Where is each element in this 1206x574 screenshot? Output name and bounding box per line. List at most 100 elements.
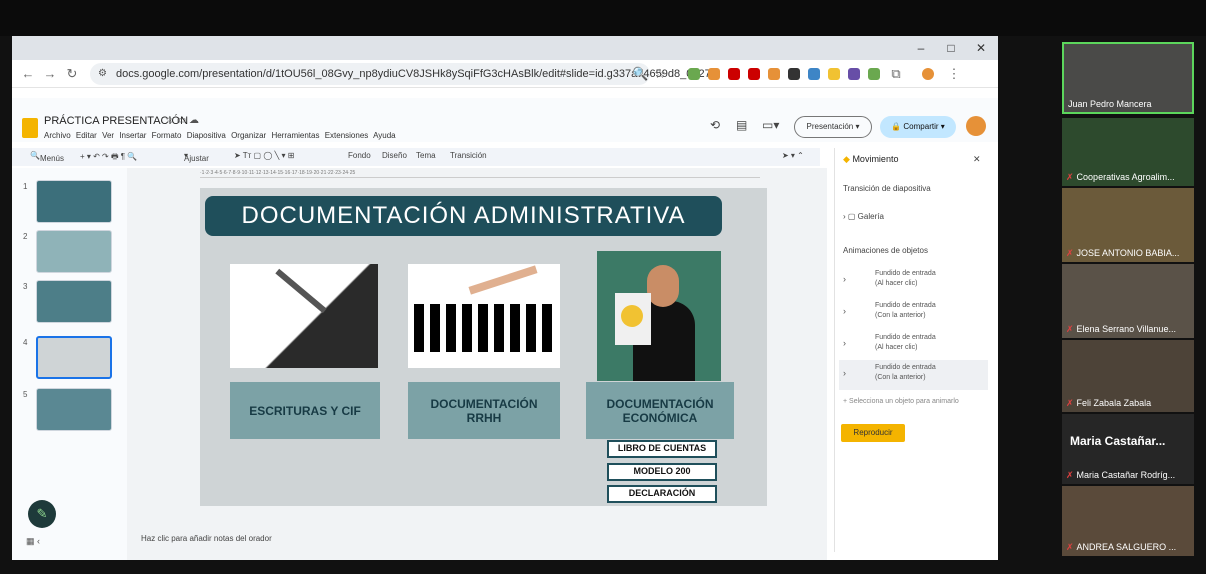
menu-herramientas[interactable]: Herramientas xyxy=(271,131,319,140)
address-bar[interactable]: ⚙ docs.google.com/presentation/d/1tOU56l… xyxy=(90,63,711,85)
maximize-button[interactable]: □ xyxy=(938,39,964,57)
extension-icon[interactable] xyxy=(728,68,740,80)
animation-item[interactable]: › Fundido de entrada (Con la anterior) xyxy=(839,360,988,390)
menu-diapositiva[interactable]: Diapositiva xyxy=(187,131,226,140)
extension-icon[interactable] xyxy=(688,68,700,80)
participant-tile[interactable]: ✗ Elena Serrano Villanue... xyxy=(1062,264,1194,338)
menu-formato[interactable]: Formato xyxy=(152,131,182,140)
minimize-button[interactable]: – xyxy=(908,39,934,57)
extensions-puzzle-icon[interactable]: ⧉ xyxy=(888,66,904,82)
box-economica[interactable]: DOCUMENTACIÓN ECONÓMICA xyxy=(586,382,734,439)
transition-button[interactable]: Transición xyxy=(450,151,487,160)
participant-tile[interactable]: ✗ Feli Zabala Zabala xyxy=(1062,340,1194,412)
coins-image[interactable] xyxy=(597,251,721,381)
tab-strip: – □ ✕ xyxy=(12,36,998,60)
extension-icon[interactable] xyxy=(868,68,880,80)
participant-name: Elena Serrano Villanue... xyxy=(1076,324,1176,334)
menu-extensiones[interactable]: Extensiones xyxy=(325,131,369,140)
slides-logo-icon[interactable] xyxy=(22,118,38,138)
extension-icon[interactable] xyxy=(708,68,720,80)
pointer-icon[interactable]: ➤ ▾ ⌃ xyxy=(782,151,804,160)
profile-avatar[interactable] xyxy=(922,68,934,80)
meet-icon[interactable]: ▭▾ xyxy=(762,118,779,132)
people-image[interactable] xyxy=(408,264,560,368)
transition-select[interactable]: › ▢ Galería xyxy=(843,212,884,221)
chevron-right-icon: › xyxy=(843,338,846,348)
animation-trigger: (Al hacer clic) xyxy=(875,344,918,351)
forward-icon[interactable]: → xyxy=(42,66,58,81)
play-button[interactable]: Reproducir xyxy=(841,424,905,442)
animation-item[interactable]: › Fundido de entrada (Al hacer clic) xyxy=(839,266,988,296)
extension-icon[interactable] xyxy=(828,68,840,80)
present-button[interactable]: Presentación ▾ xyxy=(794,116,872,138)
slide-number: 2 xyxy=(23,232,28,241)
menu-ver[interactable]: Ver xyxy=(102,131,114,140)
participant-tile[interactable]: ✗ JOSE ANTONIO BABIA... xyxy=(1062,188,1194,262)
toolbar-icons[interactable]: + ▾ ↶ ↷ 🖶 ¶ 🔍 xyxy=(80,151,137,165)
slide-thumbnail[interactable] xyxy=(36,230,112,273)
menu-insertar[interactable]: Insertar xyxy=(119,131,146,140)
extension-icon[interactable] xyxy=(808,68,820,80)
signature-image[interactable] xyxy=(230,264,378,368)
grid-view-icon[interactable]: ▦ ‹ xyxy=(26,536,40,547)
menu-archivo[interactable]: Archivo xyxy=(44,131,71,140)
zoom-select[interactable]: Ajustar ▾ xyxy=(184,151,209,163)
draw-tools[interactable]: ➤ Tт ▢ ◯ ╲ ▾ ⊞ xyxy=(234,151,295,160)
participant-tile[interactable]: ✗ ANDREA SALGUERO ... xyxy=(1062,486,1194,556)
background-button[interactable]: Fondo xyxy=(348,151,371,160)
animation-item[interactable]: › Fundido de entrada (Al hacer clic) xyxy=(839,330,988,360)
navigation-bar: ← → ↻ ⚙ docs.google.com/presentation/d/1… xyxy=(12,60,998,88)
menu-ayuda[interactable]: Ayuda xyxy=(373,131,396,140)
comments-icon[interactable]: ▤ xyxy=(736,118,747,132)
menu-editar[interactable]: Editar xyxy=(76,131,97,140)
mic-muted-icon: ✗ xyxy=(1066,324,1074,334)
video-call-sidebar: Juan Pedro Mancera ✗ Cooperativas Agroali… xyxy=(1062,40,1196,560)
editing-toolbar: 🔍 Menús + ▾ ↶ ↷ 🖶 ¶ 🔍 Ajustar ▾ ➤ Tт ▢ ◯… xyxy=(12,148,820,166)
site-info-icon[interactable]: ⚙ xyxy=(98,63,107,85)
box-rrhh[interactable]: DOCUMENTACIÓN RRHH xyxy=(408,382,560,439)
libro-de-cuentas[interactable]: LIBRO DE CUENTAS xyxy=(607,440,717,458)
speaker-notes[interactable]: Haz clic para añadir notas del orador xyxy=(132,528,824,550)
animation-item[interactable]: › Fundido de entrada (Con la anterior) xyxy=(839,298,988,328)
history-icon[interactable]: ⟲ xyxy=(710,118,720,132)
close-icon[interactable]: ✕ xyxy=(973,154,981,165)
reload-icon[interactable]: ↻ xyxy=(64,66,80,82)
slide-thumbnail[interactable] xyxy=(36,180,112,223)
participant-tile[interactable]: ✗ Cooperativas Agroalim... xyxy=(1062,118,1194,186)
declaracion[interactable]: DECLARACIÓN xyxy=(607,485,717,503)
layout-button[interactable]: Diseño xyxy=(382,151,407,160)
mic-muted-icon: ✗ xyxy=(1066,398,1074,408)
mic-muted-icon: ✗ xyxy=(1066,248,1074,258)
browser-menu-icon[interactable]: ⋮ xyxy=(946,66,962,82)
slide-title[interactable]: DOCUMENTACIÓN ADMINISTRATIVA xyxy=(205,196,722,236)
mic-muted-icon: ✗ xyxy=(1066,542,1074,552)
animations-heading: Animaciones de objetos xyxy=(843,246,928,255)
animation-trigger: (Con la anterior) xyxy=(875,374,926,381)
share-button[interactable]: 🔒 Compartir ▾ xyxy=(880,116,956,138)
theme-button[interactable]: Tema xyxy=(416,151,436,160)
slide-thumbnail[interactable] xyxy=(36,280,112,323)
bookmark-star-icon[interactable]: ☆ xyxy=(652,66,668,82)
extension-icon[interactable] xyxy=(748,68,760,80)
participant-tile[interactable]: Juan Pedro Mancera xyxy=(1062,42,1194,114)
extension-icon[interactable] xyxy=(848,68,860,80)
select-object-hint[interactable]: + Selecciona un objeto para animarlo xyxy=(843,398,959,405)
close-window-button[interactable]: ✕ xyxy=(968,39,994,57)
search-menus[interactable]: 🔍 Menús xyxy=(30,151,64,163)
star-icon[interactable]: ☆ ▭ ☁ xyxy=(165,115,199,126)
avatar[interactable] xyxy=(966,116,986,136)
slide[interactable]: DOCUMENTACIÓN ADMINISTRATIVA ESCRITURAS … xyxy=(200,188,767,506)
menu-organizar[interactable]: Organizar xyxy=(231,131,266,140)
participant-tile[interactable]: Maria Castañar... ✗ Maria Castañar Rodríg… xyxy=(1062,414,1194,484)
slide-thumbnail-active[interactable] xyxy=(36,336,112,379)
extension-icon[interactable] xyxy=(788,68,800,80)
box-escrituras[interactable]: ESCRITURAS Y CIF xyxy=(230,382,380,439)
select-hint-text: Selecciona un objeto para animarlo xyxy=(849,398,959,405)
zoom-icon[interactable]: 🔍 xyxy=(632,66,648,82)
back-icon[interactable]: ← xyxy=(20,66,36,81)
modelo-200[interactable]: MODELO 200 xyxy=(607,463,717,481)
edit-icon[interactable]: ✎ xyxy=(28,500,56,528)
extension-icon[interactable] xyxy=(768,68,780,80)
slide-thumbnail[interactable] xyxy=(36,388,112,431)
chevron-right-icon: › xyxy=(843,274,846,284)
